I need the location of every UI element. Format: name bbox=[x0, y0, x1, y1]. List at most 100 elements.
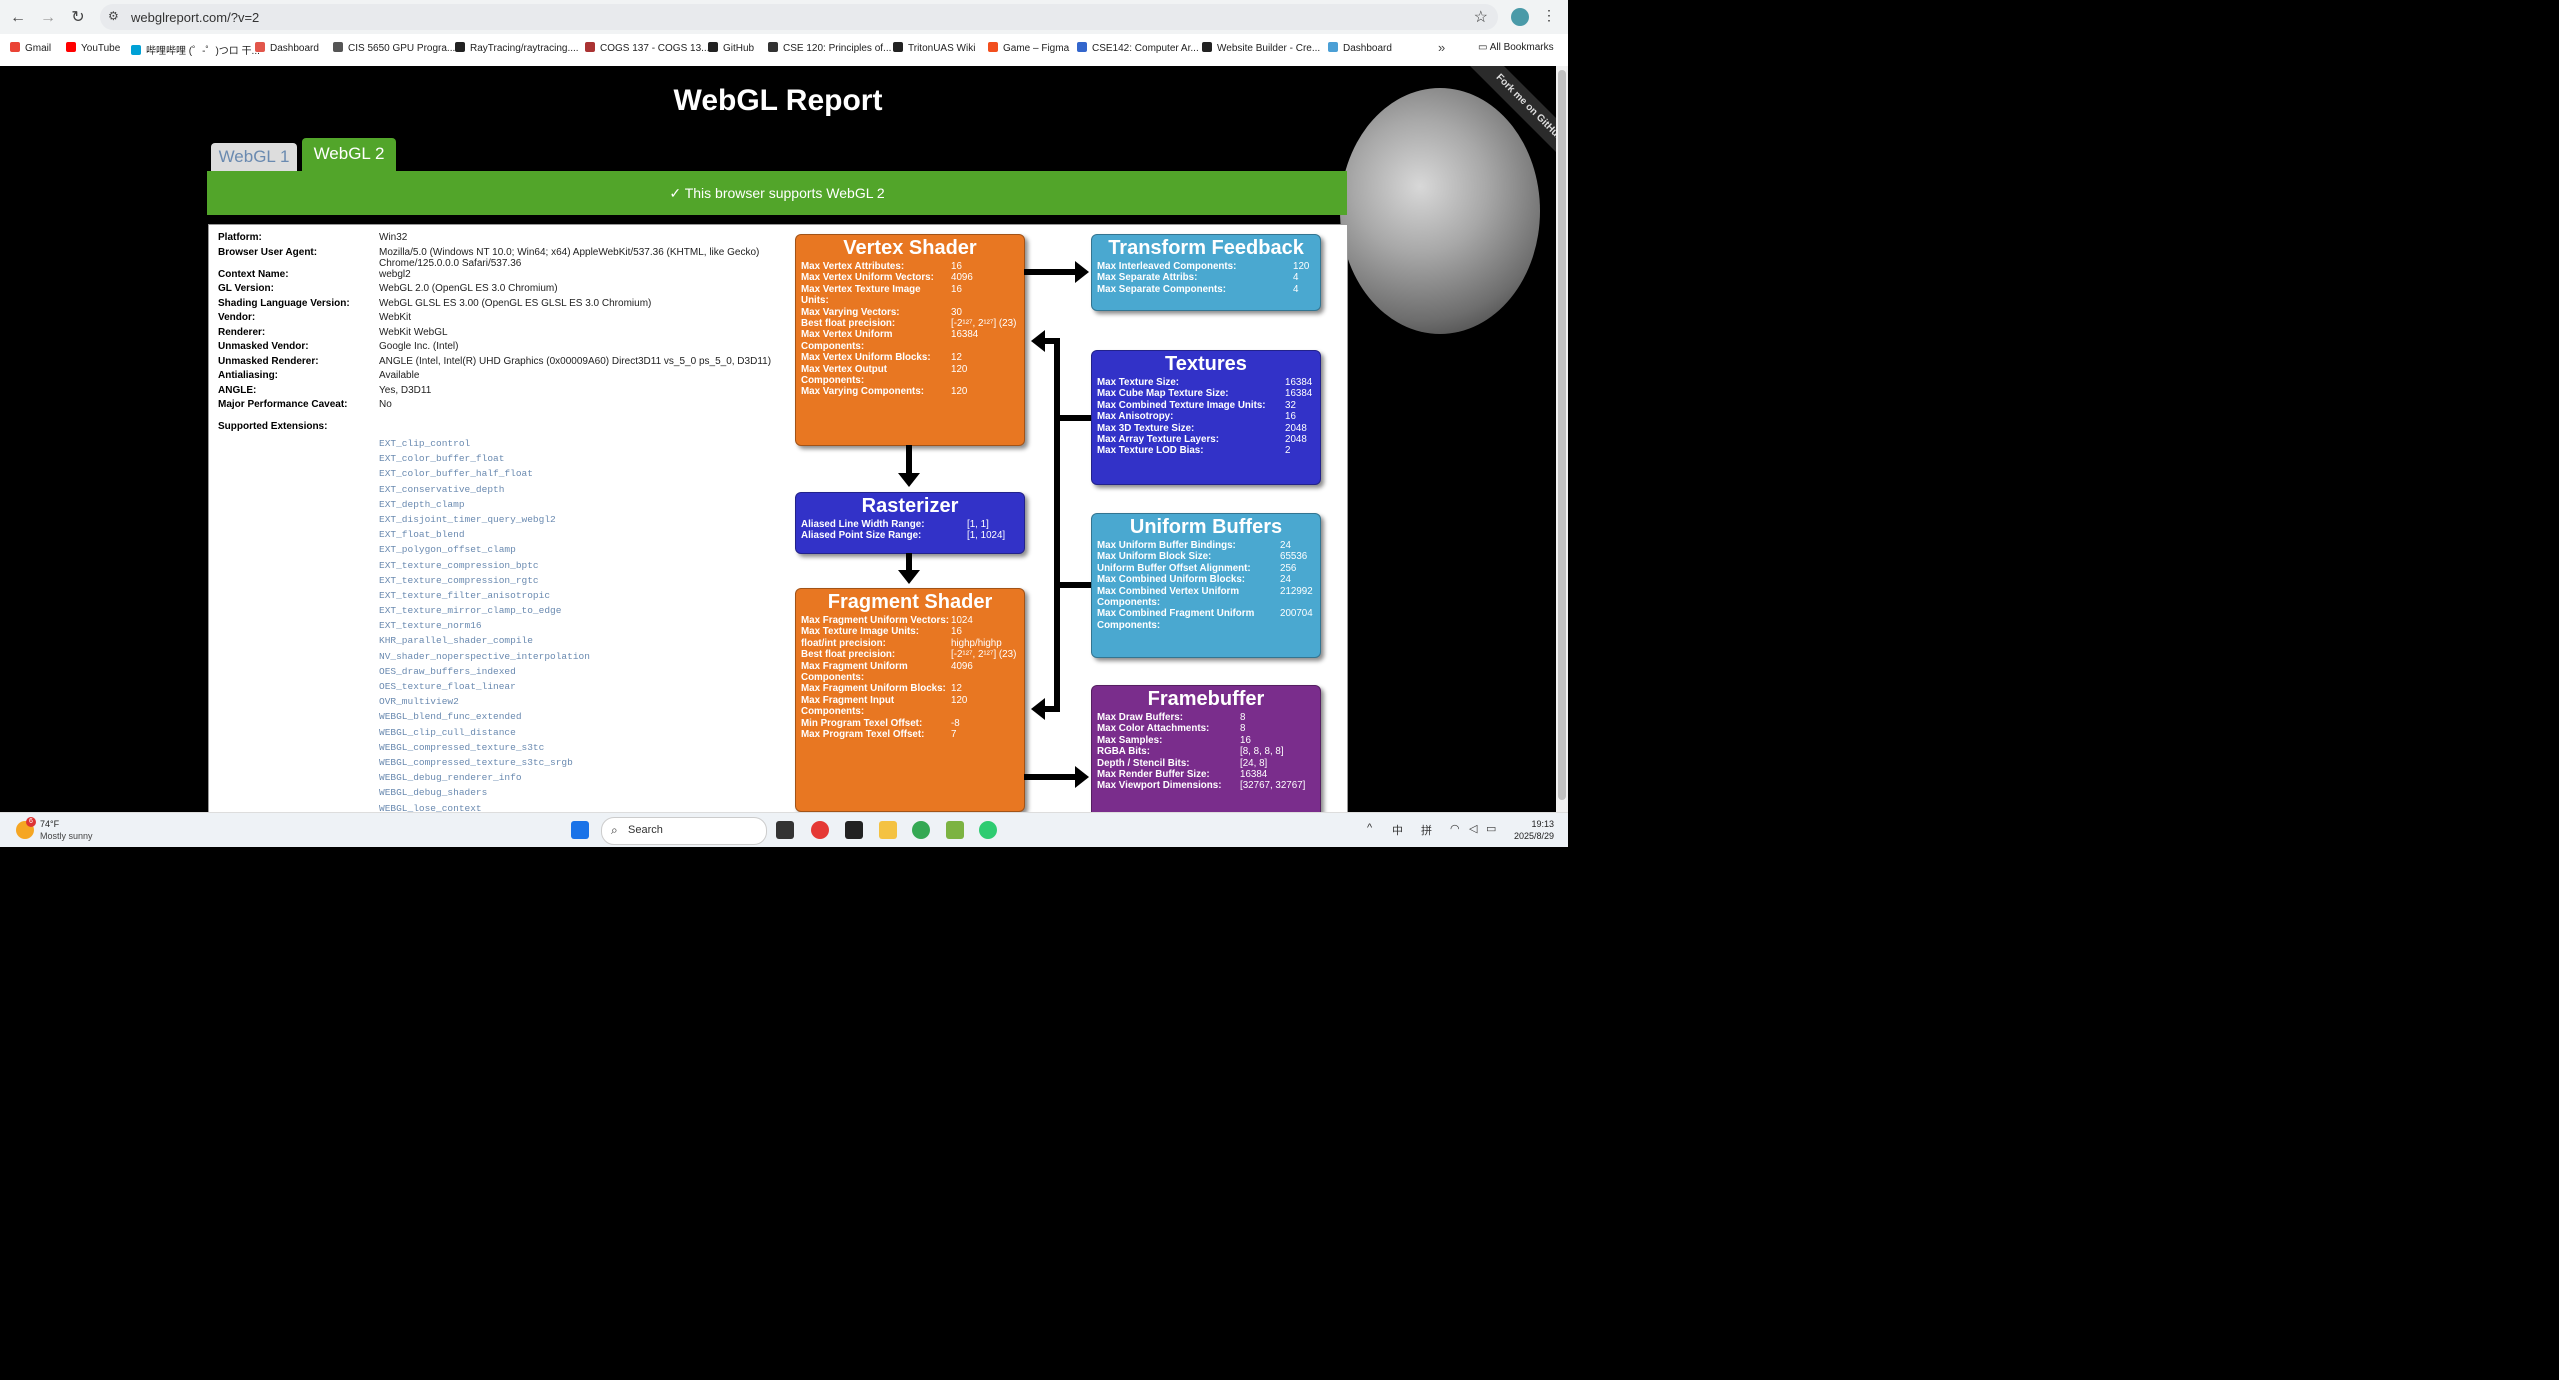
box-key: Max Texture LOD Bias: bbox=[1097, 445, 1204, 457]
address-bar[interactable]: ⚙ webglreport.com/?v=2 ☆ bbox=[100, 4, 1498, 30]
clock[interactable]: 19:13 2025/8/29 bbox=[1506, 818, 1554, 842]
bookmark-item[interactable]: Game – Figma bbox=[988, 42, 1069, 54]
tab-webgl2[interactable]: WebGL 2 bbox=[302, 138, 396, 172]
extension-link[interactable]: EXT_texture_mirror_clamp_to_edge bbox=[379, 603, 590, 618]
bookmark-label: Game – Figma bbox=[1003, 43, 1070, 54]
extension-link[interactable]: KHR_parallel_shader_compile bbox=[379, 633, 590, 648]
file-explorer-icon[interactable] bbox=[879, 821, 897, 839]
search-label: Search bbox=[628, 824, 663, 836]
info-row: Unmasked Renderer: ANGLE (Intel, Intel(R)… bbox=[218, 356, 788, 371]
extension-link[interactable]: WEBGL_debug_renderer_info bbox=[379, 770, 590, 785]
extension-link[interactable]: OES_draw_buffers_indexed bbox=[379, 664, 590, 679]
textures-box: Textures Max Texture Size: 16384 Max Cube … bbox=[1091, 350, 1321, 485]
bookmark-item[interactable]: CSE 120: Principles of... bbox=[768, 42, 891, 54]
bookmark-item[interactable]: Dashboard bbox=[255, 42, 319, 54]
box-key: Max Vertex Texture Image Units: bbox=[801, 283, 921, 307]
bookmark-item[interactable]: Dashboard bbox=[1328, 42, 1392, 54]
box-row: Max Cube Map Texture Size: 16384 bbox=[1097, 388, 1319, 399]
tray-chevron-icon[interactable]: ^ bbox=[1367, 822, 1372, 834]
info-row: Vendor: WebKit bbox=[218, 312, 788, 327]
info-row: GL Version: WebGL 2.0 (OpenGL ES 3.0 Chro… bbox=[218, 283, 788, 298]
page-scrollbar[interactable] bbox=[1556, 66, 1568, 812]
box-value: [8, 8, 8, 8] bbox=[1240, 746, 1284, 758]
all-bookmarks-button[interactable]: ▭ All Bookmarks bbox=[1478, 42, 1554, 53]
bookmark-item[interactable]: RayTracing/raytracing.... bbox=[455, 42, 579, 54]
url-text[interactable]: webglreport.com/?v=2 bbox=[131, 10, 259, 25]
extension-link[interactable]: OVR_multiview2 bbox=[379, 694, 590, 709]
box-row: Max Vertex Uniform Blocks: 12 bbox=[801, 352, 1021, 363]
bookmark-item[interactable]: 哔哩哔哩 (゜-゜)つロ 干... bbox=[131, 42, 260, 57]
info-value: webgl2 bbox=[379, 268, 411, 280]
extension-link[interactable]: EXT_texture_norm16 bbox=[379, 618, 590, 633]
extension-link[interactable]: EXT_texture_filter_anisotropic bbox=[379, 588, 590, 603]
info-row: ANGLE: Yes, D3D11 bbox=[218, 385, 788, 400]
bookmark-item[interactable]: COGS 137 - COGS 13... bbox=[585, 42, 709, 54]
extension-link[interactable]: EXT_depth_clamp bbox=[379, 497, 590, 512]
box-row: Best float precision: [-2¹²⁷, 2¹²⁷] (23) bbox=[801, 318, 1021, 329]
ime-indicator[interactable]: 中 bbox=[1392, 822, 1403, 838]
bookmark-item[interactable]: Website Builder - Cre... bbox=[1202, 42, 1320, 54]
more-bookmarks-icon[interactable]: » bbox=[1438, 40, 1445, 55]
chrome-icon[interactable] bbox=[811, 821, 829, 839]
folder-icon: ▭ bbox=[1478, 42, 1490, 53]
reload-icon[interactable]: ↻ bbox=[68, 8, 88, 28]
extension-link[interactable]: EXT_texture_compression_rgtc bbox=[379, 573, 590, 588]
bookmark-item[interactable]: TritonUAS Wiki bbox=[893, 42, 975, 54]
extension-link[interactable]: EXT_disjoint_timer_query_webgl2 bbox=[379, 512, 590, 527]
battery-icon[interactable]: ▭ bbox=[1486, 822, 1496, 835]
box-key: float/int precision: bbox=[801, 637, 886, 649]
bookmark-star-icon[interactable]: ☆ bbox=[1474, 7, 1488, 27]
profile-avatar[interactable] bbox=[1511, 8, 1529, 26]
chrome-active-icon[interactable] bbox=[912, 821, 930, 839]
extension-link[interactable]: EXT_texture_compression_bptc bbox=[379, 558, 590, 573]
bookmark-item[interactable]: GitHub bbox=[708, 42, 754, 54]
info-key: GL Version: bbox=[218, 283, 274, 294]
extension-link[interactable]: WEBGL_clip_cull_distance bbox=[379, 725, 590, 740]
taskbar-search[interactable]: ⌕ Search bbox=[601, 817, 767, 845]
back-arrow-icon[interactable]: ← bbox=[8, 8, 28, 28]
bookmark-item[interactable]: Gmail bbox=[10, 42, 51, 54]
box-value: 200704 bbox=[1280, 608, 1313, 620]
extension-link[interactable]: EXT_float_blend bbox=[379, 527, 590, 542]
site-info-icon[interactable]: ⚙ bbox=[108, 9, 122, 23]
extension-link[interactable]: EXT_polygon_offset_clamp bbox=[379, 542, 590, 557]
forward-arrow-icon[interactable]: → bbox=[38, 8, 58, 28]
extension-link[interactable]: EXT_color_buffer_float bbox=[379, 451, 590, 466]
box-value: 2 bbox=[1285, 445, 1291, 457]
extension-link[interactable]: WEBGL_compressed_texture_s3tc_srgb bbox=[379, 755, 590, 770]
info-value: Mozilla/5.0 (Windows NT 10.0; Win64; x64… bbox=[379, 246, 760, 269]
menu-kebab-icon[interactable]: ⋮ bbox=[1542, 7, 1556, 24]
extension-link[interactable]: WEBGL_lose_context bbox=[379, 801, 590, 813]
extension-link[interactable]: WEBGL_compressed_texture_s3tc bbox=[379, 740, 590, 755]
task-view-icon[interactable] bbox=[776, 821, 794, 839]
volume-icon[interactable]: ◁ bbox=[1469, 822, 1477, 835]
wechat-icon[interactable] bbox=[979, 821, 997, 839]
extension-link[interactable]: EXT_clip_control bbox=[379, 436, 590, 451]
bookmark-item[interactable]: YouTube bbox=[66, 42, 120, 54]
tab-webgl1[interactable]: WebGL 1 bbox=[211, 143, 297, 171]
bookmark-item[interactable]: CSE142: Computer Ar... bbox=[1077, 42, 1199, 54]
page-title: WebGL Report bbox=[673, 84, 883, 117]
app-icon[interactable] bbox=[946, 821, 964, 839]
box-key: Max Viewport Dimensions: bbox=[1097, 780, 1222, 792]
extension-link[interactable]: EXT_conservative_depth bbox=[379, 482, 590, 497]
extension-link[interactable]: WEBGL_debug_shaders bbox=[379, 785, 590, 800]
ime-mode-indicator[interactable]: 拼 bbox=[1421, 822, 1432, 838]
box-key: Max Combined Texture Image Units: bbox=[1097, 399, 1266, 411]
scrollbar-thumb[interactable] bbox=[1558, 70, 1566, 800]
info-key: Major Performance Caveat: bbox=[218, 399, 348, 410]
bookmark-item[interactable]: CIS 5650 GPU Progra... bbox=[333, 42, 455, 54]
extension-link[interactable]: WEBGL_blend_func_extended bbox=[379, 709, 590, 724]
bookmark-label: CSE 120: Principles of... bbox=[783, 43, 892, 54]
box-value: 16 bbox=[951, 626, 962, 638]
box-value: highp/highp bbox=[951, 637, 1002, 649]
wifi-icon[interactable]: ◠ bbox=[1450, 822, 1460, 835]
terminal-icon[interactable] bbox=[845, 821, 863, 839]
extension-link[interactable]: EXT_color_buffer_half_float bbox=[379, 466, 590, 481]
box-key: Max Combined Fragment Uniform Components… bbox=[1097, 608, 1255, 631]
extension-link[interactable]: NV_shader_noperspective_interpolation bbox=[379, 649, 590, 664]
box-value: 65536 bbox=[1280, 551, 1308, 563]
box-value: 256 bbox=[1280, 562, 1297, 574]
extension-link[interactable]: OES_texture_float_linear bbox=[379, 679, 590, 694]
windows-start-icon[interactable] bbox=[571, 821, 589, 839]
